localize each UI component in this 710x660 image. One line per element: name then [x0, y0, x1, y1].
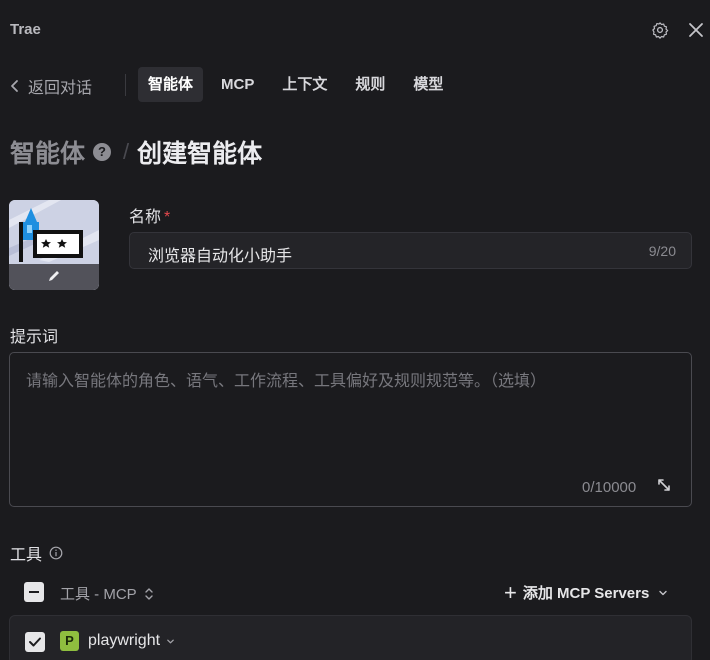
name-label-text: 名称 — [129, 209, 162, 226]
tool-row-playwright[interactable]: P playwright — [9, 615, 692, 660]
breadcrumb-parent[interactable]: 智能体 — [10, 134, 85, 170]
gear-icon[interactable] — [651, 21, 669, 39]
chevron-left-icon — [11, 80, 18, 92]
info-circle-icon[interactable] — [49, 546, 63, 560]
tools-list-header: 工具 - MCP + 添加 MCP Servers — [24, 581, 674, 603]
tab-bar: 智能体 MCP 上下文 规则 模型 — [138, 67, 461, 102]
tab-agents[interactable]: 智能体 — [138, 67, 204, 102]
plus-icon: + — [504, 579, 517, 605]
chevron-down-icon — [659, 590, 668, 595]
pencil-icon[interactable] — [47, 269, 61, 283]
breadcrumb-separator: / — [123, 139, 130, 164]
tool-name-dropdown[interactable]: playwright — [88, 632, 175, 650]
tab-models[interactable]: 模型 — [403, 67, 453, 102]
question-circle-icon[interactable]: ? — [93, 143, 112, 161]
add-mcp-label: 添加 MCP Servers — [522, 585, 650, 602]
name-label: 名称 * — [129, 203, 170, 227]
checkmark-icon — [29, 637, 41, 647]
tab-rules[interactable]: 规则 — [345, 67, 395, 102]
tools-sort-toggle[interactable]: 工具 - MCP — [60, 583, 154, 604]
close-icon[interactable] — [687, 21, 705, 39]
back-to-chat-button[interactable]: 返回对话 — [8, 75, 92, 97]
breadcrumb: 智能体 ? / 创建智能体 — [10, 136, 262, 168]
tab-context[interactable]: 上下文 — [272, 67, 337, 102]
required-mark: * — [164, 209, 171, 226]
agent-name-input[interactable]: 浏览器自动化小助手 9/20 — [129, 232, 692, 269]
name-char-counter: 9/20 — [648, 243, 676, 259]
back-label: 返回对话 — [28, 80, 93, 97]
prompt-textarea[interactable]: 请输入智能体的角色、语气、工作流程、工具偏好及规则规范等。（选填） 0/1000… — [9, 352, 692, 507]
tool-name: playwright — [88, 632, 161, 649]
prompt-char-counter: 0/10000 — [582, 479, 637, 496]
tool-checkbox[interactable] — [25, 632, 45, 652]
chevron-down-icon — [167, 639, 174, 643]
select-all-checkbox[interactable] — [24, 582, 44, 602]
sort-updown-icon — [144, 587, 153, 600]
page-title: 创建智能体 — [137, 140, 263, 168]
add-mcp-servers-button[interactable]: + 添加 MCP Servers — [504, 579, 668, 605]
expand-icon[interactable] — [656, 477, 672, 493]
prompt-label: 提示词 — [10, 329, 59, 346]
nav-divider — [125, 74, 126, 96]
agent-name-value[interactable]: 浏览器自动化小助手 — [148, 242, 292, 266]
app-title: Trae — [10, 21, 41, 38]
title-bar: Trae — [0, 0, 710, 60]
tools-header-label: 工具 - MCP — [60, 586, 137, 603]
tool-badge: P — [60, 631, 79, 651]
tools-section-label: 工具 — [10, 541, 63, 565]
prompt-placeholder: 请输入智能体的角色、语气、工作流程、工具偏好及规则规范等。（选填） — [26, 373, 547, 390]
tab-mcp[interactable]: MCP — [211, 67, 264, 102]
agent-avatar[interactable] — [9, 200, 99, 290]
tools-label-text: 工具 — [10, 547, 43, 564]
